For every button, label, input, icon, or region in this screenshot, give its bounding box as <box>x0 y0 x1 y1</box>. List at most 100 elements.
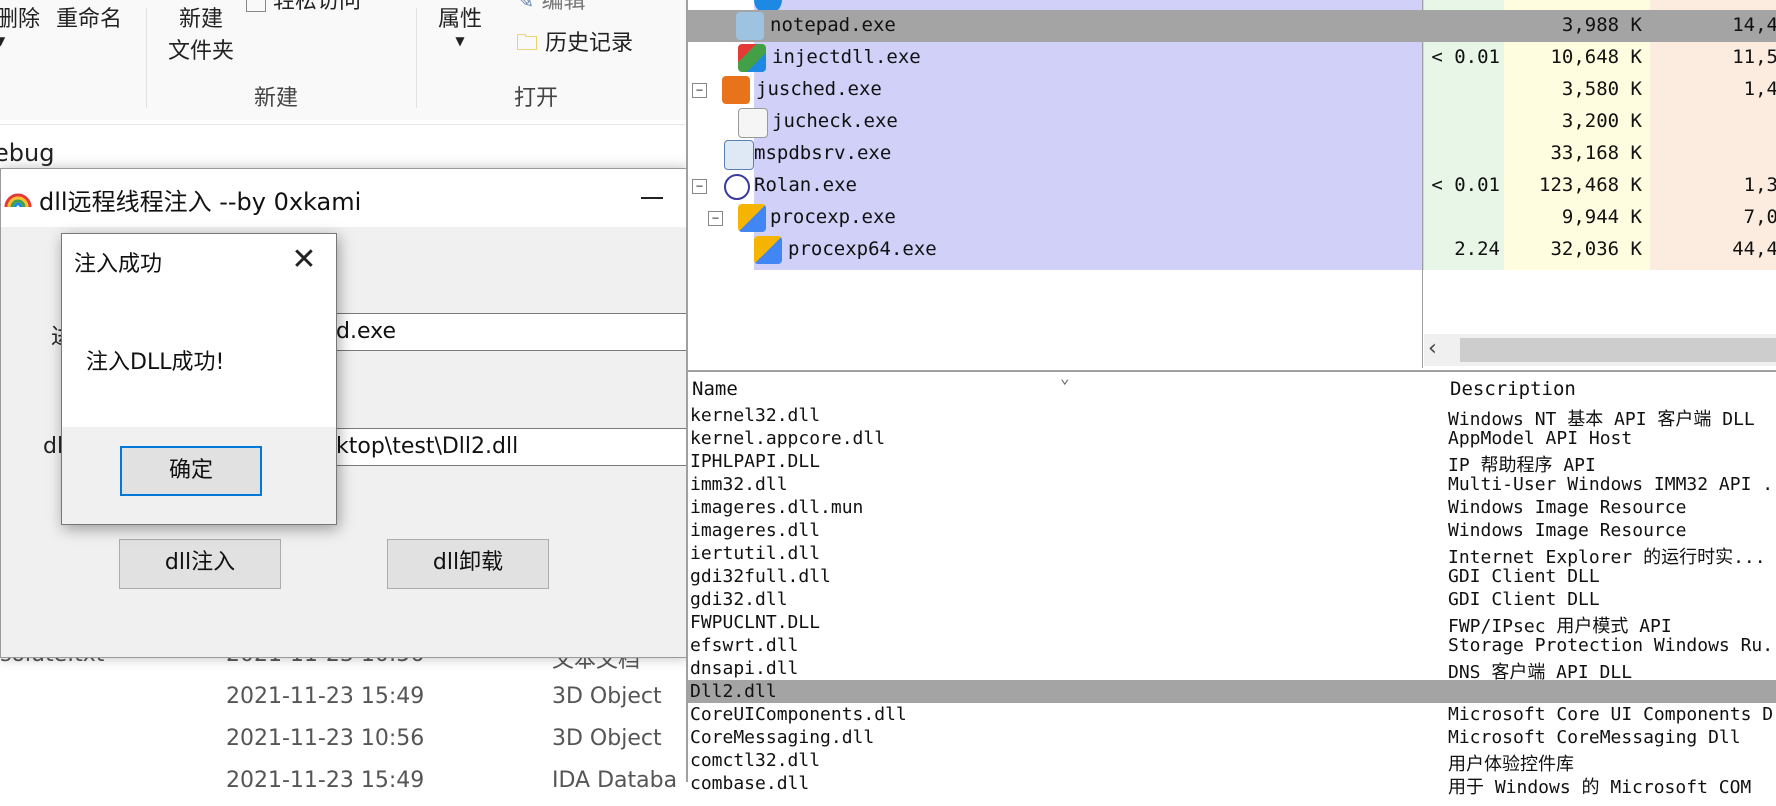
process-name: mspdbsrv.exe <box>754 142 892 164</box>
injector-titlebar[interactable]: dll远程线程注入 --by 0xkami <box>1 169 687 227</box>
scroll-thumb[interactable] <box>1460 338 1776 362</box>
edit-button[interactable]: ✎ 编辑 <box>516 0 585 18</box>
injectdll-icon <box>738 44 766 72</box>
dll-name: IPHLPAPI.DLL <box>690 451 821 472</box>
easy-access-label: 轻松访问 <box>273 0 362 14</box>
dll-name: CoreMessaging.dll <box>690 727 875 748</box>
java-icon <box>738 108 768 138</box>
close-icon[interactable]: ✕ <box>284 240 324 280</box>
dll-name: gdi32.dll <box>690 589 788 610</box>
dll-description: GDI Client DLL <box>1448 589 1600 610</box>
file-date: 2021-11-23 15:49 <box>226 768 425 793</box>
process-working-set: 1,4 <box>1743 78 1776 100</box>
collapse-icon[interactable]: − <box>692 83 707 98</box>
process-name: Rolan.exe <box>754 174 857 196</box>
dll-row[interactable]: FWPUCLNT.DLL FWP/IPsec 用户模式 API <box>688 611 1776 637</box>
column-name-header[interactable]: Name <box>692 378 738 400</box>
inject-button[interactable]: dll注入 <box>119 539 281 589</box>
process-row[interactable]: injectdll.exe < 0.01 10,648 K 11,5 <box>688 42 1776 74</box>
group-open-label: 打开 <box>514 86 559 111</box>
dll-row[interactable]: imageres.dll Windows Image Resource <box>688 519 1776 542</box>
process-private-bytes: 10,648 K <box>1550 46 1642 68</box>
delete-button[interactable]: 删除 ▼ <box>0 4 41 47</box>
file-row[interactable]: 2021-11-23 10:56 3D Object <box>0 722 686 764</box>
message-box: 注入成功 ✕ 注入DLL成功! 确定 <box>61 233 337 525</box>
scroll-left-icon[interactable]: ‹ <box>1428 336 1437 361</box>
file-row[interactable]: 2021-11-23 15:49 IDA Databa <box>0 764 686 806</box>
dll-row[interactable]: comctl32.dll 用户体验控件库 <box>688 749 1776 775</box>
collapse-icon[interactable]: − <box>708 211 723 226</box>
unload-button[interactable]: dll卸载 <box>387 539 549 589</box>
process-row[interactable]: procexp64.exe 2.24 32,036 K 44,4 <box>688 234 1776 266</box>
dll-row[interactable]: combase.dll 用于 Windows 的 Microsoft COM <box>688 772 1776 798</box>
folder-history-icon: 🗀 <box>516 31 539 56</box>
java-icon <box>722 76 750 104</box>
dll-name: kernel32.dll <box>690 405 821 426</box>
dll-description: GDI Client DLL <box>1448 566 1600 587</box>
group-new-label: 新建 <box>254 86 299 111</box>
dll-row[interactable]: Dll2.dll <box>688 680 1776 703</box>
chevron-down-icon: ▼ <box>455 34 465 48</box>
process-name: jucheck.exe <box>772 110 898 132</box>
dll-row[interactable]: iertutil.dll Internet Explorer 的运行时实... <box>688 542 1776 568</box>
sort-arrow-icon: ⌄ <box>1060 368 1070 387</box>
horizontal-scrollbar[interactable]: ‹ <box>1424 334 1776 366</box>
process-row[interactable]: notepad.exe 3,988 K 14,4 <box>688 10 1776 42</box>
process-row[interactable]: jucheck.exe 3,200 K <box>688 106 1776 138</box>
process-input[interactable]: d.exe <box>331 313 687 351</box>
procexp-icon <box>738 204 766 232</box>
column-description-header[interactable]: Description <box>1450 378 1576 400</box>
dll-name: Dll2.dll <box>690 681 777 702</box>
dll-row[interactable]: CoreMessaging.dll Microsoft CoreMessaging… <box>688 726 1776 749</box>
dll-row[interactable]: gdi32full.dll GDI Client DLL <box>688 565 1776 588</box>
rename-button[interactable]: 重命名 <box>56 4 122 36</box>
explorer-ribbon: 删除 ▼ 重命名 新建 文件夹 轻松访问 属性 ▼ ✎ 编辑 🗀 历史记录 新建 打… <box>0 0 686 120</box>
dll-row[interactable]: imageres.dll.mun Windows Image Resource <box>688 496 1776 519</box>
process-row[interactable]: − jusched.exe 3,580 K 1,4 <box>688 74 1776 106</box>
collapse-icon[interactable]: − <box>692 179 707 194</box>
new-folder-label-2: 文件夹 <box>168 39 235 64</box>
dll-name: kernel.appcore.dll <box>690 428 886 449</box>
dll-description: Microsoft Core UI Components D <box>1448 704 1774 725</box>
dll-row[interactable]: IPHLPAPI.DLL IP 帮助程序 API <box>688 450 1776 476</box>
dll-row[interactable]: kernel32.dll Windows NT 基本 API 客户端 DLL <box>688 404 1776 430</box>
process-private-bytes: 32,036 K <box>1550 238 1642 260</box>
dll-row[interactable]: CoreUIComponents.dll Microsoft Core UI Co… <box>688 703 1776 726</box>
dll-row[interactable]: efswrt.dll Storage Protection Windows Ru.… <box>688 634 1776 657</box>
dll-row[interactable]: gdi32.dll GDI Client DLL <box>688 588 1776 611</box>
process-name: procexp.exe <box>770 206 896 228</box>
minimize-icon[interactable] <box>641 197 663 199</box>
ribbon-divider <box>416 8 417 108</box>
process-working-set: 14,4 <box>1732 14 1776 36</box>
process-row[interactable]: − Rolan.exe < 0.01 123,468 K 1,3 <box>688 170 1776 202</box>
process-row[interactable]: mspdbsrv.exe 33,168 K <box>688 138 1776 170</box>
process-private-bytes: 9,944 K <box>1561 206 1642 228</box>
dll-path-input[interactable]: ktop\test\Dll2.dll <box>331 428 687 466</box>
history-button[interactable]: 🗀 历史记录 <box>516 28 633 60</box>
process-private-bytes: 3,988 K <box>1561 14 1642 36</box>
dll-description: Windows Image Resource <box>1448 497 1687 518</box>
new-folder-label-1: 新建 <box>179 7 224 32</box>
easy-access-button[interactable]: 轻松访问 <box>246 0 361 18</box>
message-title: 注入成功 <box>74 252 163 277</box>
ok-button[interactable]: 确定 <box>120 446 262 496</box>
process-cpu: 2.24 <box>1454 238 1500 260</box>
process-row[interactable]: − procexp.exe 9,944 K 7,0 <box>688 202 1776 234</box>
dll-row[interactable]: imm32.dll Multi-User Windows IMM32 API ..… <box>688 473 1776 496</box>
new-folder-button[interactable]: 新建 文件夹 <box>168 4 234 68</box>
easy-access-icon <box>246 0 266 12</box>
dll-description: AppModel API Host <box>1448 428 1633 449</box>
file-type: 3D Object <box>552 684 662 709</box>
dll-row[interactable]: kernel.appcore.dll AppModel API Host <box>688 427 1776 450</box>
edit-label: 编辑 <box>541 0 586 14</box>
file-row[interactable]: 2021-11-23 15:49 3D Object <box>0 680 686 722</box>
process-name: notepad.exe <box>770 14 896 36</box>
dll-row[interactable]: dnsapi.dll DNS 客户端 API DLL <box>688 657 1776 683</box>
properties-button[interactable]: 属性 ▼ <box>438 4 482 48</box>
process-working-set: 11,5 <box>1732 46 1776 68</box>
process-explorer: notepad.exe 3,988 K 14,4 injectdll.exe <… <box>686 0 1776 798</box>
message-text: 注入DLL成功! <box>86 350 225 375</box>
dll-list-header: Name ⌄ Description <box>688 368 1776 402</box>
delete-label: 删除 <box>0 7 41 32</box>
procexp64-icon <box>754 236 782 264</box>
